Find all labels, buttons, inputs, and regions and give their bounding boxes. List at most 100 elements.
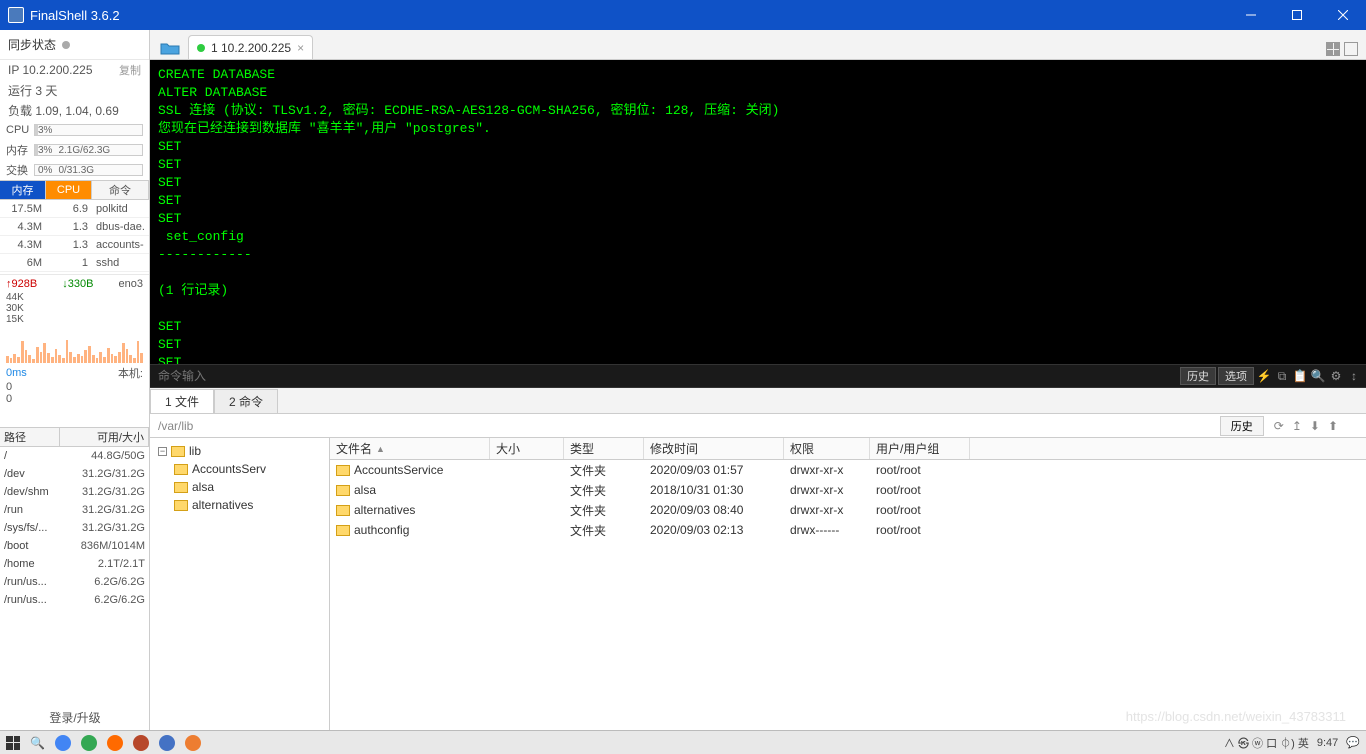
net-down: ↓330B: [62, 278, 93, 290]
search-taskbar-icon[interactable]: 🔍: [30, 736, 45, 750]
file-tab-files[interactable]: 1 文件: [150, 389, 214, 413]
options-button[interactable]: 选项: [1218, 367, 1254, 385]
sync-dot-icon: [62, 41, 70, 49]
minimize-button[interactable]: [1228, 0, 1274, 30]
app-icon-2[interactable]: [185, 735, 201, 751]
tree-item[interactable]: alsa: [154, 478, 325, 496]
col-path[interactable]: 路径: [0, 428, 60, 446]
file-tab-commands[interactable]: 2 命令: [214, 389, 278, 413]
tree-item[interactable]: alternatives: [154, 496, 325, 514]
col-mem[interactable]: 内存: [0, 181, 46, 199]
close-button[interactable]: [1320, 0, 1366, 30]
expand-icon[interactable]: ↕: [1346, 368, 1362, 384]
notification-icon[interactable]: 💬: [1346, 736, 1360, 749]
file-row[interactable]: alsa 文件夹 2018/10/31 01:30 drwxr-xr-x roo…: [330, 480, 1366, 500]
command-input[interactable]: [150, 369, 1176, 383]
col-type[interactable]: 类型: [564, 438, 644, 459]
chrome-icon[interactable]: [55, 735, 71, 751]
grid-icon[interactable]: [1326, 42, 1340, 56]
tree-item[interactable]: AccountsServ: [154, 460, 325, 478]
process-row[interactable]: 17.5M 6.9 polkitd: [0, 200, 149, 218]
net-up: ↑928B: [6, 278, 37, 290]
sync-status: 同步状态: [0, 30, 149, 60]
col-perm[interactable]: 权限: [784, 438, 870, 459]
folder-tree[interactable]: −lib AccountsServ alsa alternatives: [150, 438, 330, 730]
file-browser: −lib AccountsServ alsa alternatives 文件名▲…: [150, 438, 1366, 730]
chrome-icon-2[interactable]: [81, 735, 97, 751]
download-icon[interactable]: ⬇: [1310, 419, 1320, 433]
disk-row[interactable]: /boot 836M/1014M: [0, 537, 149, 555]
net-iface: eno3: [119, 278, 143, 290]
sync-label: 同步状态: [8, 36, 56, 53]
history-button[interactable]: 历史: [1180, 367, 1216, 385]
copy-icon[interactable]: ⧉: [1274, 368, 1290, 384]
settings-icon[interactable]: ⚙: [1328, 368, 1344, 384]
app-icon: [8, 7, 24, 23]
maximize-button[interactable]: [1274, 0, 1320, 30]
connection-tab[interactable]: 1 10.2.200.225 ×: [188, 35, 313, 59]
path-history-button[interactable]: 历史: [1220, 416, 1264, 436]
disk-row[interactable]: /home 2.1T/2.1T: [0, 555, 149, 573]
disk-header: 路径 可用/大小: [0, 427, 149, 447]
tray-icons[interactable]: ∧ ㉿ ⓦ 口 ⏀) 英: [1224, 735, 1309, 751]
folder-icon: [174, 464, 188, 475]
col-cmd[interactable]: 命令: [92, 181, 149, 199]
file-list: 文件名▲ 大小 类型 修改时间 权限 用户/用户组 AccountsServic…: [330, 438, 1366, 730]
copy-button[interactable]: 复制: [119, 62, 141, 78]
refresh-icon[interactable]: ⟳: [1274, 419, 1284, 433]
open-folder-icon[interactable]: [156, 37, 184, 59]
disk-row[interactable]: /sys/fs/... 31.2G/31.2G: [0, 519, 149, 537]
metric-row: 交换 0% 0/31.3G: [0, 160, 149, 180]
clock[interactable]: 9:47: [1317, 737, 1338, 749]
col-name[interactable]: 文件名▲: [330, 438, 490, 459]
process-row[interactable]: 6M 1 sshd: [0, 254, 149, 272]
paste-icon[interactable]: 📋: [1292, 368, 1308, 384]
file-row[interactable]: alternatives 文件夹 2020/09/03 08:40 drwxr-…: [330, 500, 1366, 520]
col-usage[interactable]: 可用/大小: [60, 428, 149, 446]
search-icon[interactable]: 🔍: [1310, 368, 1326, 384]
path-input[interactable]: [150, 419, 1220, 433]
terminal[interactable]: CREATE DATABASE ALTER DATABASE SSL 连接 (协…: [150, 60, 1366, 364]
disk-row[interactable]: /run/us... 6.2G/6.2G: [0, 573, 149, 591]
disk-row[interactable]: /dev/shm 31.2G/31.2G: [0, 483, 149, 501]
tree-item[interactable]: −lib: [154, 442, 325, 460]
col-cpu[interactable]: CPU: [46, 181, 92, 199]
sort-asc-icon: ▲: [376, 444, 385, 454]
login-button[interactable]: 登录/升级: [0, 705, 150, 730]
titlebar: FinalShell 3.6.2: [0, 0, 1366, 30]
col-size[interactable]: 大小: [490, 438, 564, 459]
start-icon[interactable]: [6, 736, 20, 750]
process-row[interactable]: 4.3M 1.3 accounts-: [0, 236, 149, 254]
metric-bar: 3% 2.1G/62.3G: [34, 144, 143, 156]
disk-row[interactable]: / 44.8G/50G: [0, 447, 149, 465]
close-tab-icon[interactable]: ×: [297, 41, 304, 55]
file-row[interactable]: AccountsService 文件夹 2020/09/03 01:57 drw…: [330, 460, 1366, 480]
upload-icon[interactable]: ⬆: [1328, 419, 1338, 433]
ip-row: IP 10.2.200.225 复制: [0, 60, 149, 80]
disk-row[interactable]: /run 31.2G/31.2G: [0, 501, 149, 519]
col-owner[interactable]: 用户/用户组: [870, 438, 970, 459]
network-row: ↑928B ↓330B eno3: [0, 274, 149, 292]
folder-icon: [171, 446, 185, 457]
folder-icon: [174, 500, 188, 511]
single-pane-icon[interactable]: [1344, 42, 1358, 56]
metric-bar: 3%: [34, 124, 143, 136]
folder-icon: [336, 465, 350, 476]
ip-label: IP 10.2.200.225: [8, 63, 93, 77]
ppt-icon[interactable]: [133, 735, 149, 751]
folder-icon: [336, 525, 350, 536]
disk-row[interactable]: /run/us... 6.2G/6.2G: [0, 591, 149, 609]
file-row[interactable]: authconfig 文件夹 2020/09/03 02:13 drwx----…: [330, 520, 1366, 540]
taskbar[interactable]: 🔍 ∧ ㉿ ⓦ 口 ⏀) 英 9:47 💬: [0, 730, 1366, 754]
col-date[interactable]: 修改时间: [644, 438, 784, 459]
bolt-icon[interactable]: ⚡: [1256, 368, 1272, 384]
up-icon[interactable]: ↥: [1292, 419, 1302, 433]
app-title: FinalShell 3.6.2: [30, 8, 1228, 23]
status-dot-icon: [197, 44, 205, 52]
firefox-icon[interactable]: [107, 735, 123, 751]
process-row[interactable]: 4.3M 1.3 dbus-dae.: [0, 218, 149, 236]
path-row: 历史 ⟳ ↥ ⬇ ⬆: [150, 414, 1366, 438]
app-icon-1[interactable]: [159, 735, 175, 751]
disk-row[interactable]: /dev 31.2G/31.2G: [0, 465, 149, 483]
right-panel: 1 10.2.200.225 × CREATE DATABASE ALTER D…: [150, 30, 1366, 730]
